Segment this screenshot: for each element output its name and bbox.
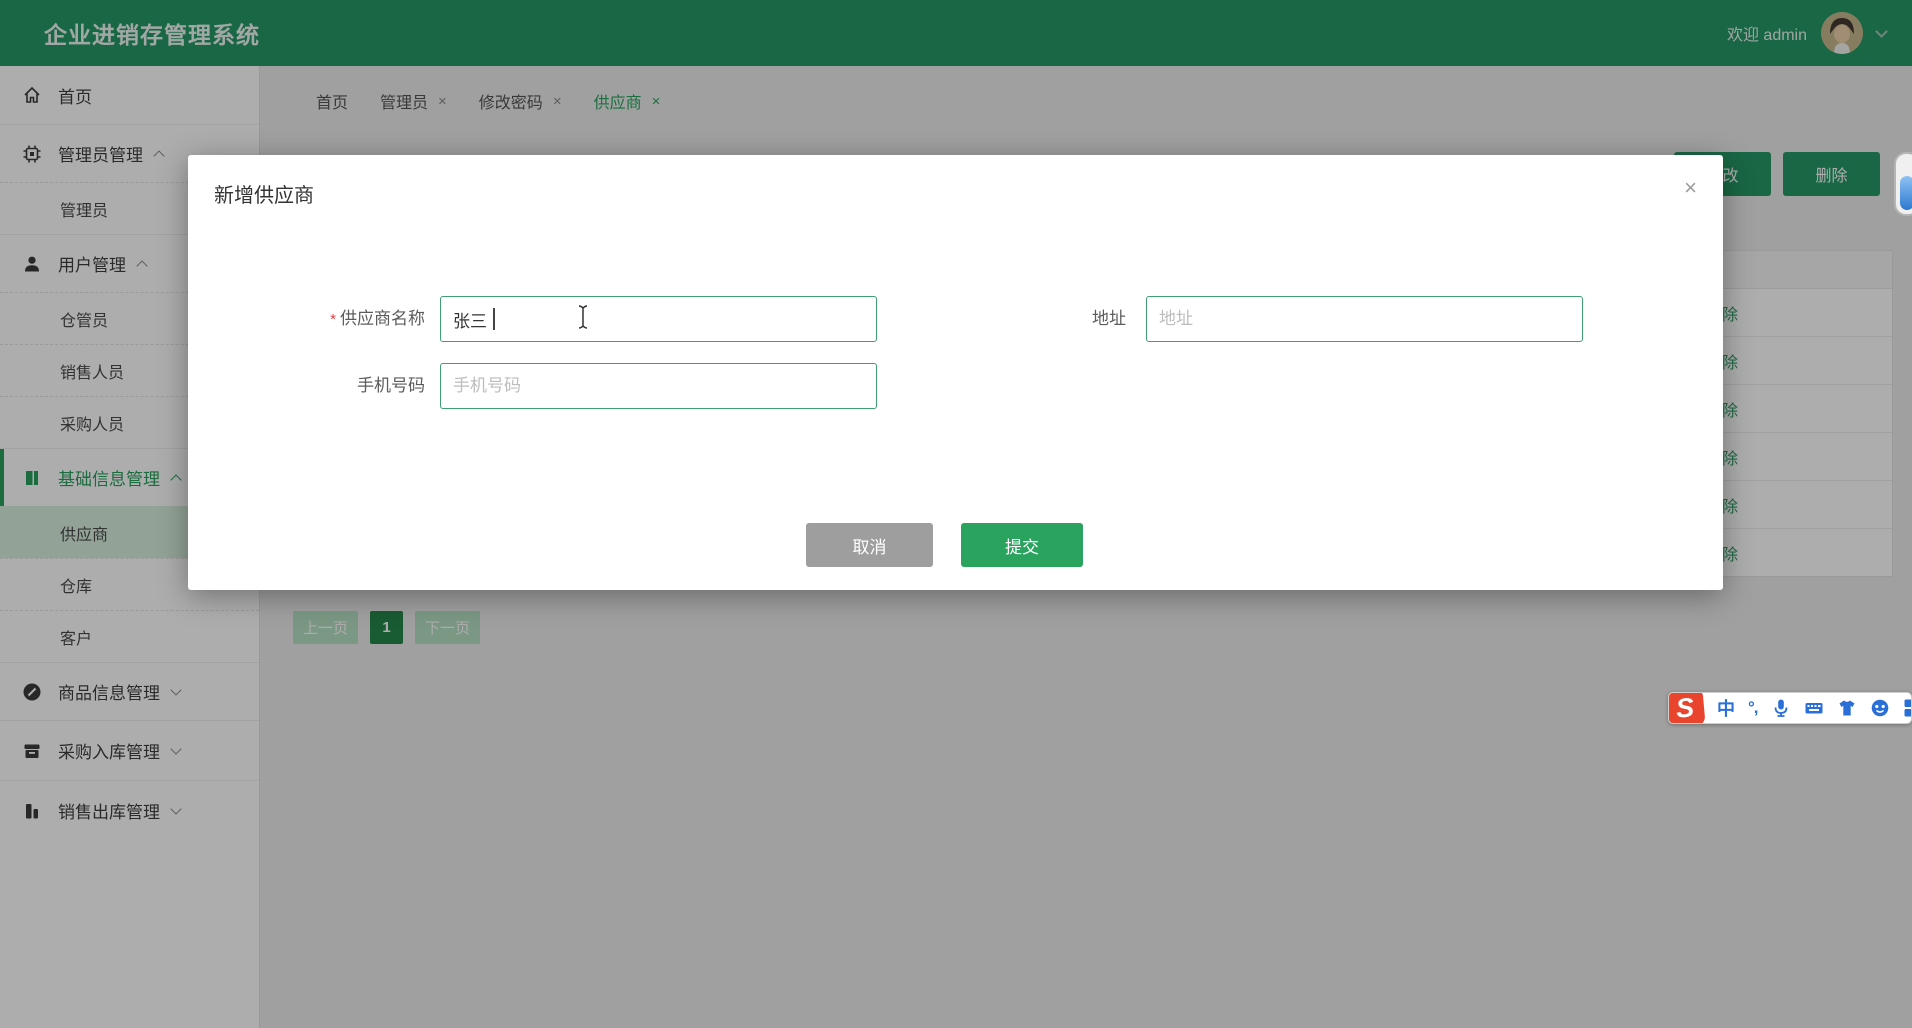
keyboard-icon[interactable] <box>1804 698 1824 718</box>
text-caret <box>493 308 495 330</box>
cancel-button[interactable]: 取消 <box>806 523 933 567</box>
ime-toolbar: S 中 °, <box>1668 692 1912 724</box>
add-supplier-dialog: 新增供应商 × *供应商名称 地址 手机号码 取消 提交 <box>188 155 1723 590</box>
supplier-name-label: * 供应商名称 <box>188 296 425 342</box>
address-input[interactable] <box>1146 296 1583 342</box>
microphone-icon[interactable] <box>1771 698 1791 718</box>
toolbox-grid-icon[interactable] <box>1903 698 1912 718</box>
supplier-name-input[interactable] <box>440 296 877 342</box>
skin-shirt-icon[interactable] <box>1837 698 1857 718</box>
phone-input[interactable] <box>440 363 877 409</box>
browser-edge-widget[interactable] <box>1894 152 1912 216</box>
dialog-title: 新增供应商 <box>214 185 314 207</box>
label-text: 供应商名称 <box>340 309 425 328</box>
required-asterisk: * <box>330 311 336 328</box>
address-label: 地址 <box>1092 309 1126 328</box>
emoji-face-icon[interactable] <box>1870 698 1890 718</box>
sogou-logo-icon[interactable]: S <box>1669 693 1706 723</box>
ime-punctuation-icon[interactable]: °, <box>1748 698 1758 718</box>
dialog-close-icon[interactable]: × <box>1684 177 1697 199</box>
edge-widget-indicator <box>1900 176 1912 210</box>
ime-mode-chinese[interactable]: 中 <box>1717 695 1735 721</box>
phone-label: 手机号码 <box>357 376 425 395</box>
ibeam-cursor <box>578 305 588 329</box>
submit-button[interactable]: 提交 <box>961 523 1083 567</box>
